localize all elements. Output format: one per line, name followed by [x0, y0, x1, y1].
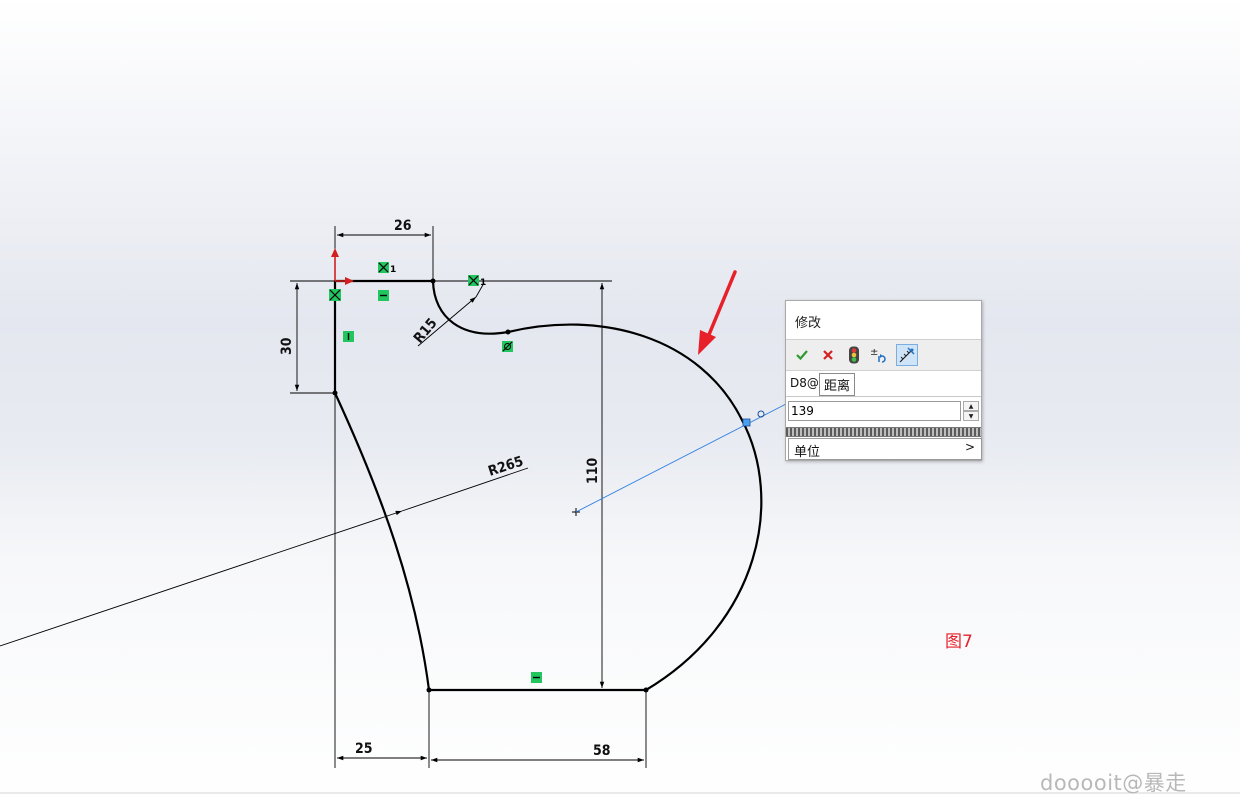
chevron-right-icon: >	[964, 440, 975, 454]
spin-up-button[interactable]: ▲	[963, 401, 979, 411]
dialog-title: 修改	[795, 316, 822, 331]
check-icon	[796, 350, 808, 361]
dim-58-text[interactable]: 58	[593, 743, 611, 759]
spin-down-button[interactable]: ▼	[963, 411, 979, 421]
dimension-value-input[interactable]	[788, 401, 961, 421]
mark-for-drawing-button[interactable]	[896, 344, 918, 366]
reverse-sense-button[interactable]: ±	[869, 344, 891, 366]
large-arc[interactable]	[506, 323, 763, 692]
rebuild-button[interactable]	[843, 344, 865, 366]
thumbwheel[interactable]	[786, 427, 981, 437]
dimension-texts[interactable]: 26 30 R15 R265 110 25 58	[279, 218, 611, 759]
horizontal-relation-icon[interactable]	[378, 290, 389, 301]
vertical-relation-icon[interactable]	[343, 331, 354, 342]
modify-dialog[interactable]: 修改 ± D8@ 距离 ▲ ▼	[785, 300, 982, 461]
dim-r265-leader	[0, 510, 403, 647]
figure-label: 图7	[945, 632, 973, 652]
traffic-light-icon	[849, 346, 859, 364]
coincident-relation-icon[interactable]: 1	[378, 262, 396, 275]
tangent-relation-index: 1	[480, 278, 486, 288]
sketch-canvas[interactable]: 26 30 R15 R265 110 25 58 1 1	[0, 0, 1240, 806]
fixed-relation-icon[interactable]	[329, 289, 341, 301]
reverse-sense-icon: ±	[870, 347, 886, 363]
preview-distance-line[interactable]	[575, 403, 787, 513]
units-label: 单位	[794, 445, 821, 460]
watermark: dooooit@暴走	[1040, 771, 1187, 795]
cancel-button[interactable]	[817, 344, 839, 366]
tooltip: 距离	[819, 373, 856, 396]
dim-r15-text[interactable]: R15	[411, 315, 441, 346]
dim-110-text[interactable]: 110	[585, 457, 601, 484]
arc-r15[interactable]	[431, 279, 510, 335]
arc-r265[interactable]	[333, 391, 431, 692]
dim-26-text[interactable]: 26	[394, 218, 412, 234]
dim-30-text[interactable]: 30	[279, 337, 295, 355]
value-row: ▲ ▼	[786, 399, 981, 425]
coincident-relation-index: 1	[390, 265, 396, 275]
horizontal-relation-bottom-icon[interactable]	[531, 672, 542, 683]
dialog-toolbar: ±	[786, 339, 981, 371]
sketch-endpoints	[332, 278, 649, 693]
extension-lines	[290, 226, 647, 768]
red-annotation-arrow	[698, 270, 737, 355]
value-spinner[interactable]: ▲ ▼	[963, 401, 979, 421]
mark-dimension-icon	[899, 347, 915, 363]
tangent-arc-relation-icon[interactable]	[502, 341, 513, 352]
sketch-profile[interactable]	[333, 279, 763, 692]
dimension-name-row: D8@ 距离	[786, 372, 981, 397]
graphics-area[interactable]: 26 30 R15 R265 110 25 58 1 1 修改 ± D8@ 距离…	[0, 0, 1240, 806]
units-dropdown[interactable]: 单位 >	[788, 438, 982, 460]
dimension-name: D8@	[790, 376, 819, 390]
svg-text:±: ±	[870, 347, 878, 358]
dimension-lines[interactable]	[0, 232, 644, 763]
origin-icon[interactable]	[331, 248, 354, 285]
x-icon	[823, 350, 833, 360]
dim-25-text[interactable]: 25	[355, 741, 373, 757]
ok-button[interactable]	[791, 344, 813, 366]
tangent-relation-icon[interactable]: 1	[468, 275, 486, 288]
